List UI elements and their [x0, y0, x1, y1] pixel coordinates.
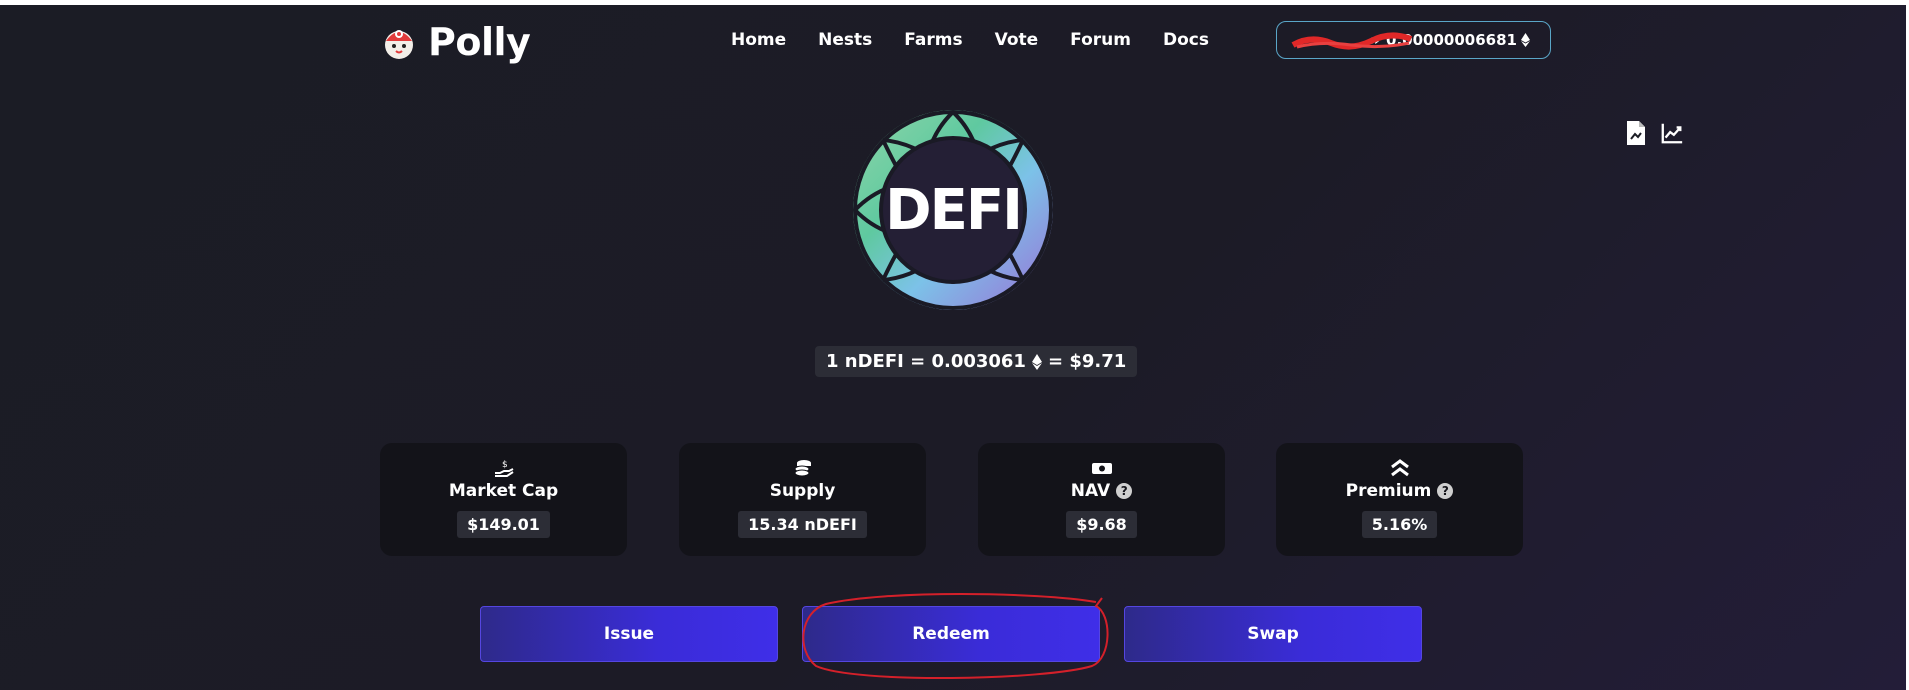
nav-docs[interactable]: Docs — [1163, 30, 1209, 50]
issue-button[interactable]: Issue — [480, 606, 778, 662]
stat-title: Supply — [769, 481, 836, 501]
money-bill-icon — [1091, 463, 1112, 474]
redeem-button[interactable]: Redeem — [802, 606, 1100, 662]
double-chevron-up-icon — [1390, 459, 1409, 477]
stat-title: Market Cap — [448, 481, 559, 501]
chart-line-icon[interactable] — [1660, 120, 1684, 146]
stat-value: $9.68 — [1066, 511, 1137, 538]
stat-value: 15.34 nDEFI — [738, 511, 867, 538]
nav-vote[interactable]: Vote — [995, 30, 1039, 50]
eth-icon — [1521, 33, 1530, 47]
browser-top-strip — [0, 0, 1909, 5]
stat-card-supply: Supply 15.34 nDEFI — [679, 443, 926, 556]
stat-title: Premium — [1345, 481, 1432, 501]
hand-coin-icon: $ — [494, 460, 514, 477]
stat-title: NAV — [1070, 481, 1111, 501]
stat-value: 5.16% — [1361, 511, 1438, 538]
main-nav: Home Nests Farms Vote Forum Docs — [731, 30, 1241, 50]
brand-logo[interactable]: Polly — [380, 20, 531, 64]
price-pill: 1 nDEFI = 0.003061 = $9.71 — [815, 346, 1138, 377]
stat-card-market-cap: $ Market Cap $149.01 — [380, 443, 627, 556]
swap-button[interactable]: Swap — [1124, 606, 1422, 662]
help-icon[interactable]: ? — [1437, 483, 1454, 499]
stat-card-nav: NAV ? $9.68 — [978, 443, 1225, 556]
token-logo-text: DEFI — [885, 177, 1023, 243]
stat-value: $149.01 — [457, 511, 550, 538]
price-left: 1 nDEFI = 0.003061 — [826, 351, 1026, 372]
nav-home[interactable]: Home — [731, 30, 786, 50]
coins-stack-icon — [794, 460, 811, 477]
stat-card-premium: Premium ? 5.16% — [1276, 443, 1523, 556]
nav-farms[interactable]: Farms — [904, 30, 962, 50]
svg-text:$: $ — [502, 460, 508, 470]
document-icon[interactable] — [1624, 120, 1648, 146]
polly-mascot-icon — [385, 30, 413, 59]
eth-icon — [1031, 353, 1042, 370]
wallet-button[interactable]: » 0.00000006681 — [1276, 21, 1551, 59]
help-icon[interactable]: ? — [1116, 483, 1133, 499]
nav-forum[interactable]: Forum — [1070, 30, 1131, 50]
wallet-address-redacted — [1291, 31, 1413, 50]
price-right: = $9.71 — [1047, 351, 1127, 372]
token-logo: DEFI — [850, 107, 1056, 313]
nav-nests[interactable]: Nests — [818, 30, 872, 50]
toolbar-icons — [1624, 120, 1684, 146]
brand-name: Polly — [428, 20, 531, 64]
